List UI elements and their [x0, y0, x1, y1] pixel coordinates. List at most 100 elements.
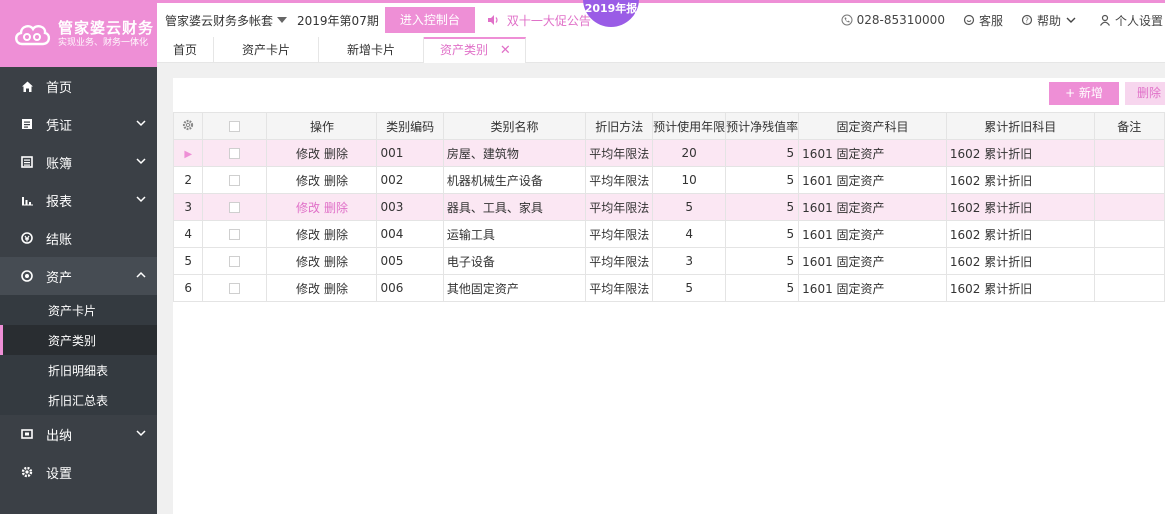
cell-code: 003 — [376, 193, 444, 221]
cell-asset-subject: 1601 固定资产 — [798, 139, 947, 167]
chevron-down-icon — [1066, 17, 1076, 23]
sidebar-item-voucher[interactable]: 凭证 — [0, 105, 157, 143]
delete-link[interactable]: 删除 — [324, 255, 348, 269]
cell-asset-subject: 1601 固定资产 — [798, 166, 947, 194]
sidebar-item-label: 出纳 — [46, 428, 73, 444]
chevron-down-icon[interactable] — [135, 193, 147, 205]
sidebar-item-cashier[interactable]: 出纳 — [0, 415, 157, 453]
tab-home[interactable]: 首页 — [157, 37, 215, 63]
sidebar-item-closing[interactable]: 结账 — [0, 219, 157, 257]
edit-link[interactable]: 修改 — [296, 174, 320, 188]
chevron-down-icon[interactable] — [135, 427, 147, 439]
cell-residual: 5 — [725, 247, 800, 275]
cell-dep-subject: 1602 累计折旧 — [945, 166, 1095, 194]
cashier-icon — [20, 427, 34, 441]
delete-link[interactable]: 删除 — [324, 174, 348, 188]
edit-link[interactable]: 修改 — [296, 201, 320, 215]
user-settings-menu[interactable]: 个人设置 — [1099, 12, 1163, 29]
tab-new-card[interactable]: 新增卡片 — [319, 37, 425, 63]
sidebar-item-home[interactable]: 首页 — [0, 67, 157, 105]
cell-name: 房屋、建筑物 — [442, 139, 587, 167]
edit-link[interactable]: 修改 — [296, 147, 320, 161]
customer-service-label: 客服 — [978, 13, 1003, 28]
sidebar-subitem-asset-categories[interactable]: 资产类别 — [0, 325, 157, 355]
cell-years: 4 — [652, 220, 727, 248]
bar-chart-icon — [20, 193, 34, 207]
table-row[interactable]: 5 修改 删除 005 电子设备 平均年限法 3 5 1601 固定资产 1602… — [172, 247, 1165, 275]
sidebar-item-settings[interactable]: 设置 — [0, 453, 157, 491]
cell-years: 5 — [652, 274, 727, 302]
toolbar: + 新增 删除 — [173, 78, 1165, 112]
add-button[interactable]: + 新增 — [1049, 82, 1119, 105]
column-header: 累计折旧科目 — [945, 112, 1095, 140]
chevron-up-icon[interactable] — [135, 269, 147, 281]
row-checkbox[interactable] — [229, 229, 241, 240]
tab-label: 首页 — [173, 43, 198, 57]
row-checkbox[interactable] — [229, 148, 241, 159]
tab-asset-cards[interactable]: 资产卡片 — [214, 37, 320, 63]
gear-icon[interactable] — [182, 119, 194, 131]
row-checkbox[interactable] — [229, 283, 241, 294]
chevron-down-icon[interactable] — [135, 117, 147, 129]
cell-method: 平均年限法 — [585, 193, 654, 221]
row-checkbox[interactable] — [229, 202, 241, 213]
close-icon[interactable]: ✕ — [500, 43, 511, 58]
delete-link[interactable]: 删除 — [324, 228, 348, 242]
cell-residual: 5 — [725, 166, 800, 194]
sidebar: 管家婆云财务 实现业务、财务一体化 首页 凭证 账簿 报表 结账 资产 资产卡片… — [0, 0, 157, 514]
delete-button[interactable]: 删除 — [1125, 82, 1165, 105]
cell-method: 平均年限法 — [585, 247, 654, 275]
table-row[interactable]: 6 修改 删除 006 其他固定资产 平均年限法 5 5 1601 固定资产 16… — [172, 274, 1165, 302]
edit-link[interactable]: 修改 — [296, 255, 320, 269]
column-settings-header[interactable] — [172, 112, 204, 140]
edit-link[interactable]: 修改 — [296, 228, 320, 242]
select-all-checkbox[interactable] — [229, 121, 241, 132]
current-row-arrow-icon: ▶ — [184, 149, 193, 160]
page-tabs: 首页 资产卡片 新增卡片 资产类别 ✕ — [157, 37, 1165, 63]
brand-header[interactable]: 管家婆云财务 实现业务、财务一体化 — [0, 0, 157, 67]
cell-name: 器具、工具、家具 — [442, 193, 587, 221]
delete-link[interactable]: 删除 — [324, 147, 348, 161]
edit-link[interactable]: 修改 — [296, 282, 320, 296]
annual-report-badge[interactable]: 2019年报 — [583, 0, 639, 27]
column-header: 类别编码 — [376, 112, 444, 140]
caret-down-icon — [277, 17, 288, 23]
enter-console-button[interactable]: 进入控制台 — [384, 7, 475, 33]
delete-link[interactable]: 删除 — [324, 282, 348, 296]
sidebar-item-label: 设置 — [46, 466, 73, 482]
cell-name: 运输工具 — [442, 220, 587, 248]
cell-remark — [1093, 193, 1165, 221]
cloud-logo-icon — [15, 24, 51, 45]
table-row[interactable]: 3 修改 删除 003 器具、工具、家具 平均年限法 5 5 1601 固定资产 … — [172, 193, 1165, 221]
sidebar-subitem-depreciation-detail[interactable]: 折旧明细表 — [0, 355, 157, 385]
column-header: 预计净残值率 — [725, 112, 800, 140]
table-row[interactable]: 2 修改 删除 002 机器机械生产设备 平均年限法 10 5 1601 固定资产… — [172, 166, 1165, 194]
sidebar-item-label: 凭证 — [46, 118, 73, 134]
sidebar-subitem-depreciation-summary[interactable]: 折旧汇总表 — [0, 385, 157, 415]
cell-remark — [1093, 220, 1165, 248]
tab-asset-categories[interactable]: 资产类别 ✕ — [424, 37, 526, 63]
select-all-header[interactable] — [202, 112, 268, 140]
table-row[interactable]: 4 修改 删除 004 运输工具 平均年限法 4 5 1601 固定资产 1602… — [172, 220, 1165, 248]
help-menu[interactable]: ? 帮助 — [1021, 12, 1081, 29]
customer-service-link[interactable]: 客服 — [963, 12, 1003, 29]
table-row[interactable]: ▶ 修改 删除 001 房屋、建筑物 平均年限法 20 5 1601 固定资产 1… — [172, 139, 1165, 167]
svg-text:?: ? — [1025, 17, 1029, 25]
user-settings-label: 个人设置 — [1114, 13, 1163, 28]
sidebar-item-label: 首页 — [46, 80, 73, 96]
cell-method: 平均年限法 — [585, 220, 654, 248]
row-checkbox[interactable] — [229, 175, 241, 186]
row-checkbox[interactable] — [229, 256, 241, 267]
sidebar-item-report[interactable]: 报表 — [0, 181, 157, 219]
assets-icon — [20, 269, 34, 283]
cell-years: 20 — [652, 139, 727, 167]
sidebar-item-assets[interactable]: 资产 — [0, 257, 157, 295]
column-header: 固定资产科目 — [798, 112, 947, 140]
account-selector[interactable]: 管家婆云财务多帐套 — [165, 12, 288, 29]
promo-announcement-link[interactable]: 双十一大促公告 — [487, 12, 591, 29]
delete-link[interactable]: 删除 — [324, 201, 348, 215]
sidebar-item-ledger[interactable]: 账簿 — [0, 143, 157, 181]
sidebar-subitem-asset-cards[interactable]: 资产卡片 — [0, 295, 157, 325]
cell-remark — [1093, 166, 1165, 194]
chevron-down-icon[interactable] — [135, 155, 147, 167]
